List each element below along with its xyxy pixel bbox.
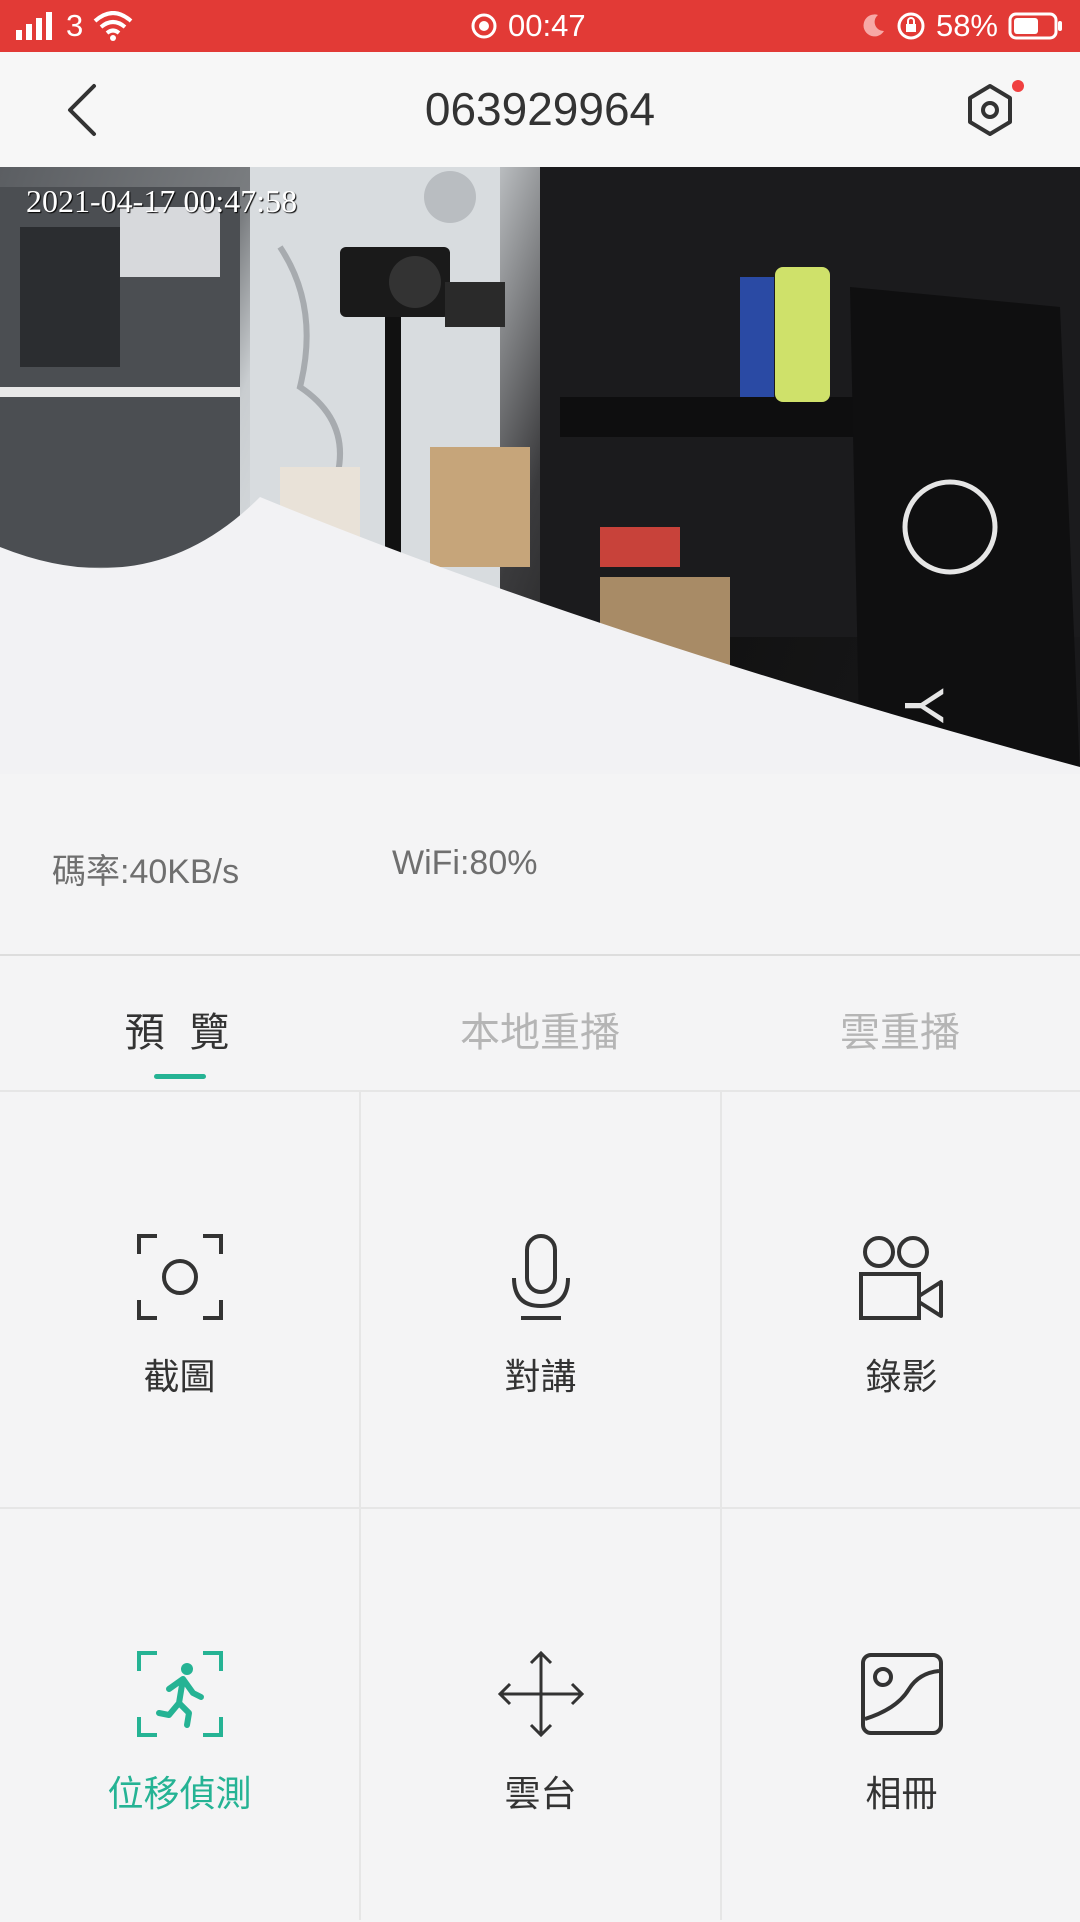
record-label: 錄影: [865, 1357, 938, 1398]
wifi-signal-label: WiFi:80%: [392, 844, 538, 882]
album-button[interactable]: 相冊: [722, 1509, 1080, 1922]
action-grid: 截圖 對講 錄影 位移偵測 雲台 相冊: [0, 1092, 1080, 1922]
tab-bar: 預 覽 本地重播 雲重播: [0, 956, 1080, 1090]
tab-cloud-playback[interactable]: 雲重播: [720, 1000, 1080, 1058]
talk-label: 對講: [504, 1357, 577, 1398]
battery-icon: [1008, 12, 1062, 40]
status-bar: 3 00:47 58%: [0, 0, 1080, 52]
wifi-icon: [93, 11, 133, 41]
ptz-button[interactable]: 雲台: [361, 1509, 720, 1922]
screenshot-icon: [137, 1234, 223, 1320]
live-video-view[interactable]: YC 2021-04-17 00:47:58: [0, 167, 1080, 774]
talk-button[interactable]: 對講: [361, 1092, 720, 1505]
video-frame: YC: [0, 167, 1080, 774]
status-right: 58%: [860, 8, 1064, 44]
screenshot-button[interactable]: 截圖: [0, 1092, 359, 1505]
hexagon-gear-icon: [968, 84, 1012, 136]
tab-preview[interactable]: 預 覽: [0, 1000, 360, 1058]
signal-icon: [16, 12, 52, 40]
motion-detect-icon: [137, 1651, 223, 1737]
battery-percent: 58%: [935, 8, 998, 43]
video-camera-icon: [859, 1236, 943, 1320]
status-center: 00:47: [470, 8, 586, 44]
motion-detect-button[interactable]: 位移偵測: [0, 1509, 359, 1922]
recording-icon: [471, 13, 497, 39]
stream-info: 碼率:40KB/s WiFi:80%: [0, 774, 1080, 954]
clock: 00:47: [508, 8, 586, 43]
status-left: 3: [16, 8, 133, 44]
album-label: 相冊: [865, 1774, 938, 1815]
rotation-lock-icon: [897, 12, 925, 40]
nav-bar: 063929964: [0, 52, 1080, 167]
bitrate-label: 碼率:40KB/s: [52, 853, 240, 891]
moon-icon: [863, 14, 884, 37]
motion-detect-label: 位移偵測: [107, 1774, 252, 1815]
move-arrows-icon: [497, 1650, 585, 1738]
video-timestamp: 2021-04-17 00:47:58: [26, 183, 298, 219]
page-title: 063929964: [424, 83, 656, 135]
album-icon: [861, 1653, 943, 1735]
record-button[interactable]: 錄影: [722, 1092, 1080, 1505]
screenshot-label: 截圖: [143, 1357, 216, 1398]
settings-button[interactable]: [960, 80, 1020, 140]
carrier-label: 3: [66, 8, 84, 43]
tab-local-playback[interactable]: 本地重播: [360, 1000, 720, 1058]
ptz-label: 雲台: [504, 1774, 577, 1815]
notification-dot: [1012, 80, 1024, 92]
microphone-icon: [512, 1234, 570, 1320]
active-tab-indicator: [154, 1074, 206, 1079]
